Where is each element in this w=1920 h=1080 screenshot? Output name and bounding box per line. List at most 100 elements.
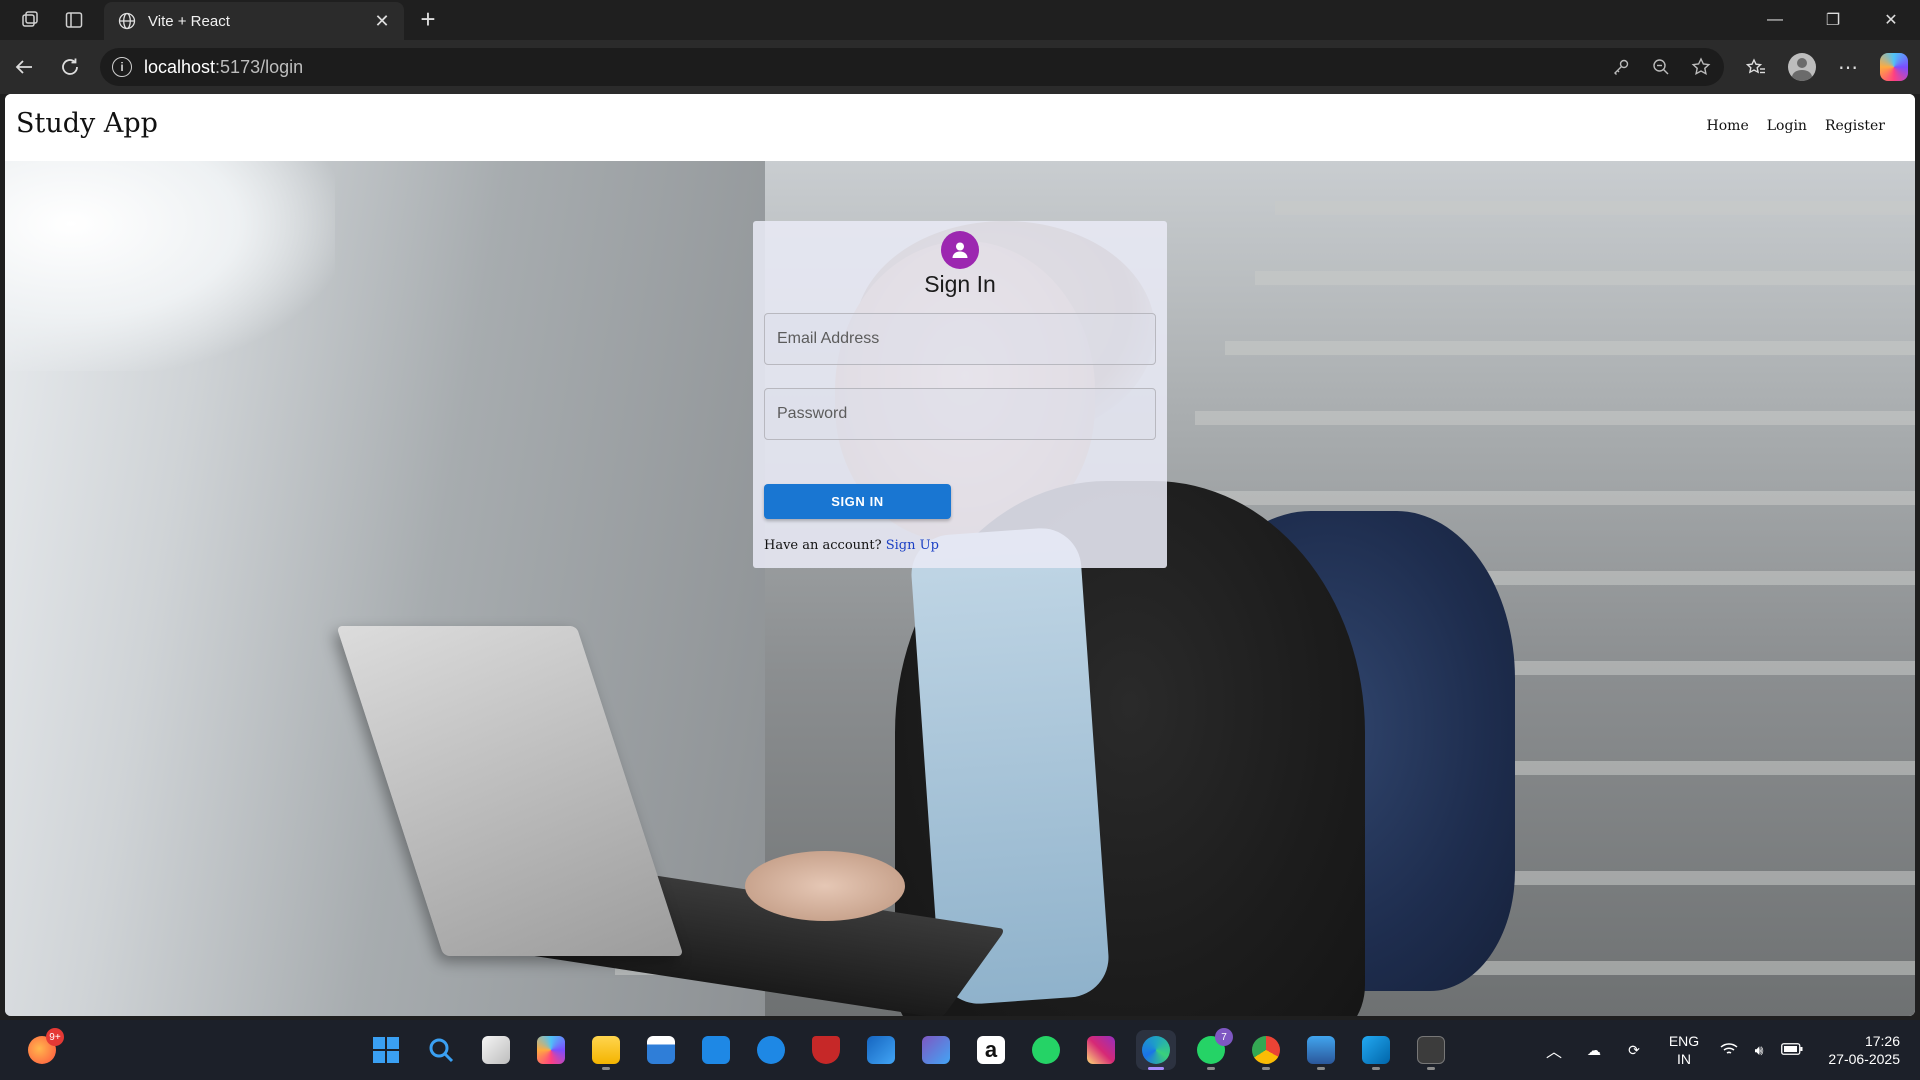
page-viewport: Study App Home Login Register Sign In Em… bbox=[5, 94, 1915, 1016]
close-tab-icon[interactable]: ✕ bbox=[372, 11, 392, 31]
nav-register[interactable]: Register bbox=[1825, 118, 1885, 134]
language-text: ENG bbox=[1668, 1033, 1700, 1049]
refresh-icon[interactable] bbox=[50, 47, 90, 87]
chrome-app[interactable] bbox=[1246, 1030, 1286, 1070]
minimize-icon[interactable]: — bbox=[1746, 0, 1804, 40]
address-bar-actions bbox=[1610, 48, 1712, 86]
clock-time: 17:26 bbox=[1864, 1033, 1900, 1049]
folder-icon bbox=[592, 1036, 620, 1064]
wifi-icon[interactable] bbox=[1714, 1042, 1744, 1059]
browser-toolbar: i localhost:5173/login ⋯ bbox=[0, 40, 1920, 94]
zoom-out-icon[interactable] bbox=[1650, 56, 1672, 78]
copilot-app-icon bbox=[537, 1036, 565, 1064]
have-account-line: Have an account? Sign Up bbox=[764, 538, 939, 553]
weather-widget[interactable]: 9+ bbox=[22, 1028, 64, 1070]
url-path: :5173/login bbox=[215, 56, 304, 77]
get-help-app[interactable] bbox=[751, 1030, 791, 1070]
search-icon bbox=[429, 1038, 454, 1063]
close-window-icon[interactable]: ✕ bbox=[1862, 0, 1920, 40]
windows-taskbar: 9+ a 7 ︿ ☁ ⟳ ENG IN 🔊︎ 17:26 27-06-2025 bbox=[0, 1020, 1920, 1080]
word-icon bbox=[1307, 1036, 1335, 1064]
chevron-up-icon[interactable]: ︿ bbox=[1534, 1038, 1574, 1062]
more-icon[interactable]: ⋯ bbox=[1832, 51, 1864, 83]
store-icon bbox=[647, 1036, 675, 1064]
windows-logo-icon bbox=[373, 1037, 399, 1063]
login-title: Sign In bbox=[924, 271, 996, 297]
address-bar[interactable]: i localhost:5173/login bbox=[100, 48, 1724, 86]
clock-date: 27-06-2025 bbox=[1828, 1051, 1900, 1067]
browser-right-tools: ⋯ bbox=[1740, 40, 1910, 94]
store-app[interactable] bbox=[641, 1030, 681, 1070]
app-brand[interactable]: Study App bbox=[16, 108, 158, 139]
whatsapp-badge: 7 bbox=[1215, 1028, 1233, 1046]
nav-login[interactable]: Login bbox=[1767, 118, 1807, 134]
mcafee-app[interactable] bbox=[806, 1030, 846, 1070]
clipchamp-icon bbox=[922, 1036, 950, 1064]
sign-up-link[interactable]: Sign Up bbox=[886, 538, 939, 553]
browser-tab[interactable]: Vite + React ✕ bbox=[104, 2, 404, 40]
volume-icon[interactable]: 🔊︎ bbox=[1744, 1042, 1774, 1059]
battery-icon[interactable] bbox=[1774, 1042, 1810, 1058]
email-field[interactable] bbox=[764, 313, 1156, 365]
onedrive-icon[interactable]: ☁ bbox=[1574, 1042, 1614, 1059]
maximize-icon[interactable]: ❐ bbox=[1804, 0, 1862, 40]
edge-app[interactable] bbox=[1136, 1030, 1176, 1070]
instagram-app[interactable] bbox=[1081, 1030, 1121, 1070]
myhp-app[interactable] bbox=[696, 1030, 736, 1070]
app-navbar: Study App Home Login Register bbox=[5, 94, 1915, 161]
amazon-icon: a bbox=[977, 1036, 1005, 1064]
workspaces-icon[interactable] bbox=[8, 0, 52, 40]
favorites-icon[interactable] bbox=[1740, 51, 1772, 83]
url-text[interactable]: localhost:5173/login bbox=[144, 57, 303, 78]
profile-icon[interactable] bbox=[1786, 51, 1818, 83]
user-avatar-icon bbox=[941, 231, 979, 269]
email-input[interactable] bbox=[765, 314, 1155, 364]
vertical-tabs-icon[interactable] bbox=[52, 0, 96, 40]
login-card: Sign In SIGN IN Have an account? Sign Up bbox=[753, 221, 1167, 568]
search-button[interactable] bbox=[421, 1030, 461, 1070]
new-tab-button[interactable]: + bbox=[414, 6, 442, 34]
nav-menu: Home Login Register bbox=[1707, 118, 1885, 134]
key-icon[interactable] bbox=[1610, 56, 1632, 78]
sign-in-button[interactable]: SIGN IN bbox=[764, 484, 951, 519]
start-button[interactable] bbox=[366, 1030, 406, 1070]
back-icon[interactable] bbox=[4, 47, 44, 87]
instagram-icon bbox=[1087, 1036, 1115, 1064]
amazon-app[interactable]: a bbox=[971, 1030, 1011, 1070]
language-indicator[interactable]: ENG IN bbox=[1654, 1032, 1714, 1068]
password-input[interactable] bbox=[765, 389, 1155, 439]
whatsapp-app[interactable] bbox=[1026, 1030, 1066, 1070]
info-icon[interactable]: i bbox=[112, 57, 132, 77]
clock[interactable]: 17:26 27-06-2025 bbox=[1810, 1032, 1920, 1068]
system-tray: ︿ ☁ ⟳ ENG IN 🔊︎ 17:26 27-06-2025 bbox=[1534, 1020, 1920, 1080]
have-account-text: Have an account? bbox=[764, 538, 882, 553]
myhp-icon bbox=[702, 1036, 730, 1064]
url-host: localhost bbox=[144, 56, 216, 77]
outlook-app[interactable] bbox=[861, 1030, 901, 1070]
terminal-app[interactable] bbox=[1411, 1030, 1451, 1070]
tab-title: Vite + React bbox=[148, 12, 230, 30]
copilot-icon[interactable] bbox=[1878, 51, 1910, 83]
password-field[interactable] bbox=[764, 388, 1156, 440]
sync-icon[interactable]: ⟳ bbox=[1614, 1042, 1654, 1059]
whatsapp-beta-app[interactable]: 7 bbox=[1191, 1028, 1233, 1070]
nav-home[interactable]: Home bbox=[1707, 118, 1749, 134]
browser-titlebar: Vite + React ✕ + — ❐ ✕ bbox=[0, 0, 1920, 40]
clipchamp-app[interactable] bbox=[916, 1030, 956, 1070]
hands bbox=[745, 851, 905, 921]
chrome-icon bbox=[1252, 1036, 1280, 1064]
help-icon bbox=[757, 1036, 785, 1064]
edge-icon bbox=[1142, 1036, 1170, 1064]
shield-icon bbox=[812, 1036, 840, 1064]
vscode-app[interactable] bbox=[1356, 1030, 1396, 1070]
window-controls: — ❐ ✕ bbox=[1746, 0, 1920, 40]
task-view-button[interactable] bbox=[476, 1030, 516, 1070]
weather-badge: 9+ bbox=[46, 1028, 64, 1046]
file-explorer-app[interactable] bbox=[586, 1030, 626, 1070]
globe-icon bbox=[116, 10, 138, 32]
favorite-star-icon[interactable] bbox=[1690, 56, 1712, 78]
word-app[interactable] bbox=[1301, 1030, 1341, 1070]
copilot-app[interactable] bbox=[531, 1030, 571, 1070]
bright-sky bbox=[5, 161, 335, 371]
vscode-icon bbox=[1362, 1036, 1390, 1064]
